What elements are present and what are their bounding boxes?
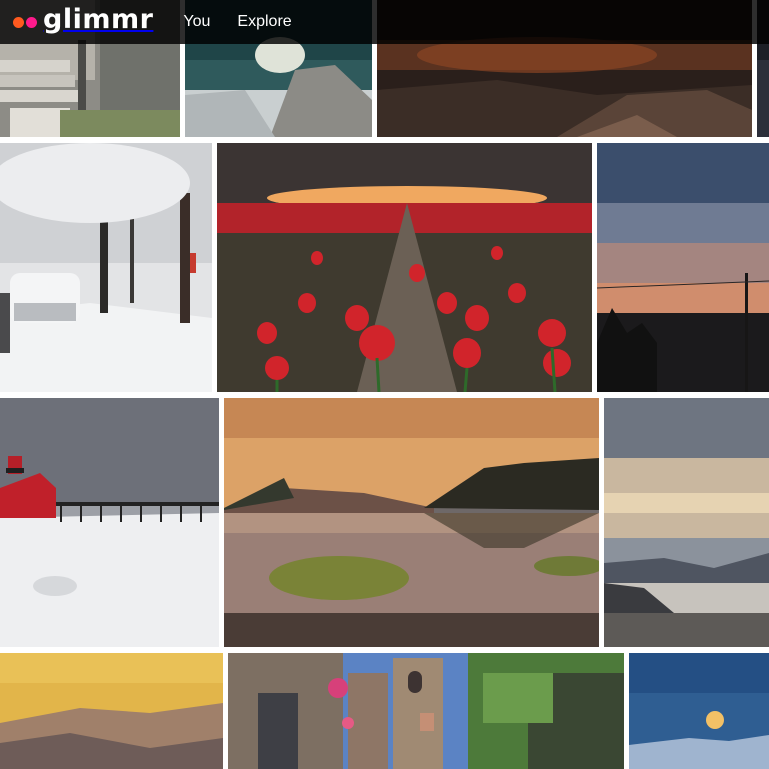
photo-tile-golden-mountains[interactable]: [0, 653, 223, 769]
photo-tile-coastline[interactable]: [604, 398, 769, 647]
brand-logo[interactable]: glimmr: [13, 0, 153, 44]
logo-dot-orange: [13, 16, 24, 28]
photo-tile-village-street[interactable]: [228, 653, 624, 769]
logo-dot-pink: [26, 16, 37, 28]
photo-tile-snowy-street[interactable]: [0, 143, 212, 392]
brand-name: glimmr: [43, 3, 154, 35]
photo-tile-sunset-fence[interactable]: [597, 143, 769, 392]
photo-tile-lake-reflection[interactable]: [224, 398, 599, 647]
photo-tile-full-moon[interactable]: [629, 653, 769, 769]
logo-dots-icon: [13, 16, 37, 28]
nav-link-you[interactable]: You: [183, 13, 210, 31]
photo-tile-lighthouse[interactable]: [0, 398, 219, 647]
nav-link-explore[interactable]: Explore: [237, 13, 291, 31]
photo-tile-tulips[interactable]: [217, 143, 592, 392]
top-navbar: glimmr You Explore: [0, 0, 769, 44]
